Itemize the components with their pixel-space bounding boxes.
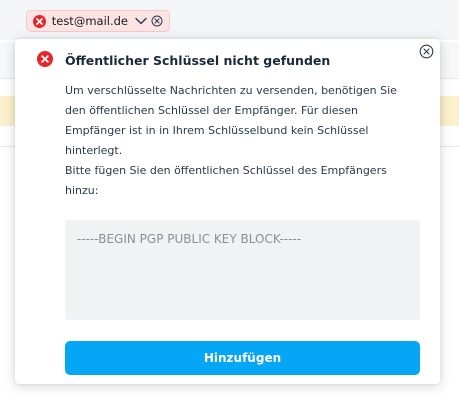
public-key-input[interactable] xyxy=(65,220,420,320)
instruction-paragraph: Bitte fügen Sie den öffentlichen Schlüss… xyxy=(65,164,387,197)
popover-title: Öffentlicher Schlüssel nicht gefunden xyxy=(65,53,331,68)
remove-recipient-icon[interactable] xyxy=(151,15,163,27)
message-paragraph: Um verschlüsselte Nachrichten zu versend… xyxy=(65,84,397,157)
popover-message: Um verschlüsselte Nachrichten zu versend… xyxy=(65,81,415,201)
error-icon xyxy=(33,14,46,28)
recipient-chip[interactable]: test@mail.de xyxy=(26,10,170,32)
add-key-button[interactable]: Hinzufügen xyxy=(65,341,420,375)
error-icon xyxy=(37,51,53,67)
chevron-down-icon[interactable] xyxy=(135,17,147,25)
recipient-email: test@mail.de xyxy=(51,14,128,28)
close-icon[interactable] xyxy=(419,44,434,59)
missing-key-popover: Öffentlicher Schlüssel nicht gefunden Um… xyxy=(15,39,440,384)
